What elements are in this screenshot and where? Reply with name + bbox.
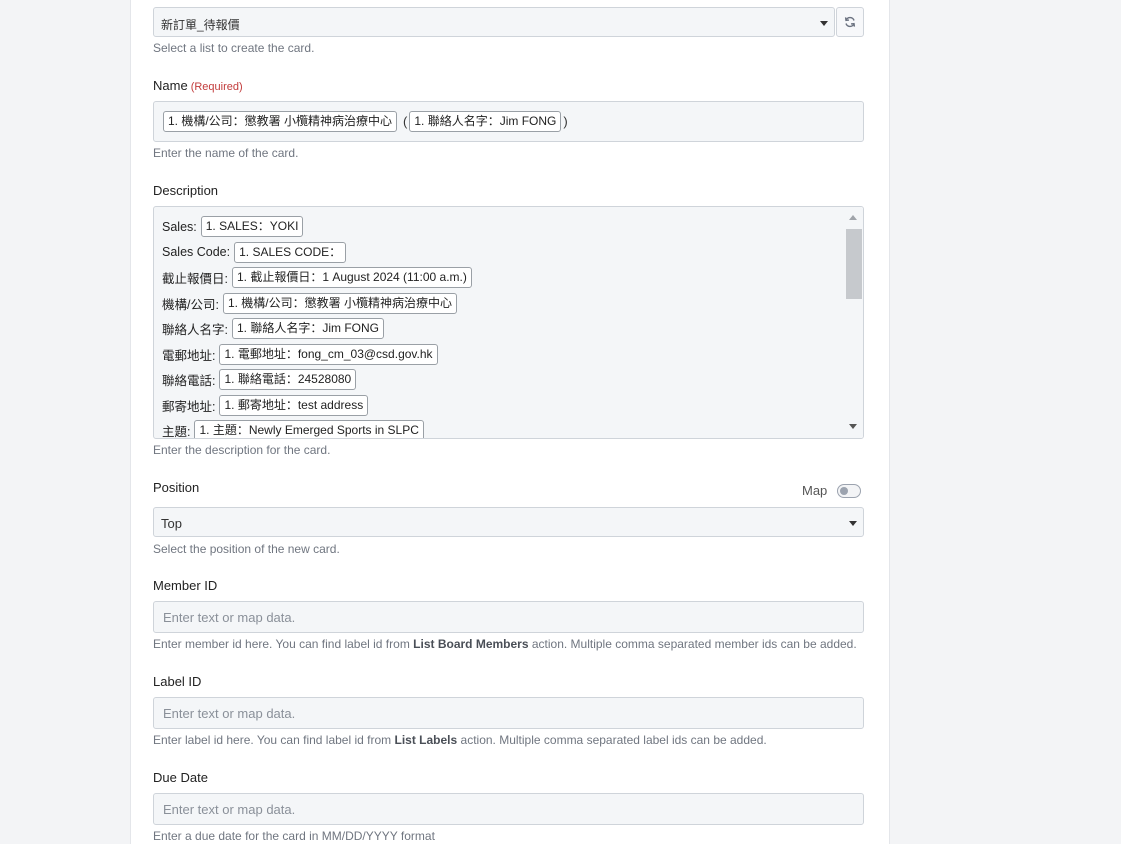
label-id-help: Enter label id here. You can find label … xyxy=(153,733,767,747)
name-label-text: Name xyxy=(153,78,188,93)
description-row: 郵寄地址: 1. 郵寄地址：test address xyxy=(162,393,472,419)
description-token[interactable]: 1. 截止報價日：1 August 2024 (11:00 a.m.) xyxy=(231,267,472,289)
list-select[interactable]: 新訂單_待報價 xyxy=(153,7,835,37)
description-row: Sales: 1. SALES：YOKI xyxy=(162,214,472,240)
description-token[interactable]: 1. 電郵地址：fong_cm_03@csd.gov.hk xyxy=(219,343,438,365)
toggle-switch[interactable] xyxy=(837,483,862,498)
description-scrollbar[interactable] xyxy=(843,207,863,438)
description-row-key: 聯絡電話: xyxy=(162,374,216,389)
description-token[interactable]: 1. SALES：YOKI xyxy=(200,216,304,238)
refresh-button[interactable] xyxy=(836,7,864,37)
position-select[interactable]: Top xyxy=(153,507,864,537)
name-field[interactable]: 1. 機構/公司：懲教署 小欖精神病治療中心 ( 1. 聯絡人名字：Jim FO… xyxy=(153,101,864,142)
description-row-key: 截止報價日: xyxy=(162,272,228,287)
map-toggle[interactable]: Map xyxy=(802,483,862,498)
chevron-down-icon xyxy=(849,521,857,526)
scroll-down-icon[interactable] xyxy=(849,424,857,429)
description-token[interactable]: 1. 聯絡電話：24528080 xyxy=(219,369,357,391)
label-id-placeholder: Enter text or map data. xyxy=(163,706,296,721)
description-row: 電郵地址: 1. 電郵地址：fong_cm_03@csd.gov.hk xyxy=(162,342,472,368)
refresh-icon xyxy=(844,16,856,28)
name-close-paren: ) xyxy=(563,114,568,129)
description-help: Enter the description for the card. xyxy=(153,443,331,457)
member-id-help-link: List Board Members xyxy=(413,637,529,651)
name-label: Name (Required) xyxy=(153,78,243,93)
description-row-key: 機構/公司: xyxy=(162,297,219,312)
member-id-input[interactable]: Enter text or map data. xyxy=(153,601,864,633)
description-token[interactable]: 1. 主題：Newly Emerged Sports in SLPC xyxy=(194,420,424,438)
description-row: Sales Code: 1. SALES CODE： xyxy=(162,240,472,266)
toggle-knob xyxy=(840,486,849,495)
position-help: Select the position of the new card. xyxy=(153,542,340,556)
label-id-input[interactable]: Enter text or map data. xyxy=(153,697,864,729)
member-id-label: Member ID xyxy=(153,578,218,593)
label-id-help-post: action. Multiple comma separated label i… xyxy=(457,733,767,747)
due-date-label: Due Date xyxy=(153,770,208,785)
description-row: 聯絡人名字: 1. 聯絡人名字：Jim FONG xyxy=(162,316,472,342)
description-row-key: 主題: xyxy=(162,425,191,439)
label-id-help-pre: Enter label id here. You can find label … xyxy=(153,733,395,747)
description-row-key: 郵寄地址: xyxy=(162,399,216,414)
position-label: Position xyxy=(153,480,200,495)
name-help: Enter the name of the card. xyxy=(153,146,299,160)
description-token[interactable]: 1. SALES CODE： xyxy=(234,241,347,263)
description-row-key: 電郵地址: xyxy=(162,348,216,363)
map-toggle-label: Map xyxy=(802,483,828,498)
description-row: 截止報價日: 1. 截止報價日：1 August 2024 (11:00 a.m.… xyxy=(162,265,472,291)
description-label: Description xyxy=(153,183,219,198)
list-select-value: 新訂單_待報價 xyxy=(161,18,240,32)
description-row: 主題: 1. 主題：Newly Emerged Sports in SLPC xyxy=(162,418,472,439)
description-token[interactable]: 1. 郵寄地址：test address xyxy=(219,394,369,416)
description-content: Sales: 1. SALES：YOKI Sales Code: 1. SALES C… xyxy=(162,214,472,439)
description-token[interactable]: 1. 聯絡人名字：Jim FONG xyxy=(231,318,384,340)
position-select-value: Top xyxy=(161,516,182,531)
description-row-key: 聯絡人名字: xyxy=(162,323,228,338)
label-id-label: Label ID xyxy=(153,674,202,689)
due-date-input[interactable]: Enter text or map data. xyxy=(153,793,864,825)
due-date-help: Enter a due date for the card in MM/DD/Y… xyxy=(153,829,435,843)
description-row: 機構/公司: 1. 機構/公司：懲教署 小欖精神病治療中心 xyxy=(162,291,472,317)
member-id-help-pre: Enter member id here. You can find label… xyxy=(153,637,414,651)
member-id-help: Enter member id here. You can find label… xyxy=(153,637,857,651)
description-row: 聯絡電話: 1. 聯絡電話：24528080 xyxy=(162,367,472,393)
member-id-help-post: action. Multiple comma separated member … xyxy=(528,637,857,651)
list-help: Select a list to create the card. xyxy=(153,41,315,55)
required-tag: (Required) xyxy=(190,81,243,93)
description-row-key: Sales Code: xyxy=(162,245,231,260)
description-row-key: Sales: xyxy=(162,219,197,234)
due-date-placeholder: Enter text or map data. xyxy=(163,802,296,817)
scrollbar-thumb[interactable] xyxy=(846,229,862,299)
label-id-help-link: List Labels xyxy=(394,733,458,747)
member-id-placeholder: Enter text or map data. xyxy=(163,610,296,625)
chevron-down-icon xyxy=(820,21,828,26)
name-token-contact[interactable]: 1. 聯絡人名字：Jim FONG xyxy=(409,111,562,132)
description-token[interactable]: 1. 機構/公司：懲教署 小欖精神病治療中心 xyxy=(222,292,457,314)
description-field[interactable]: Sales: 1. SALES：YOKI Sales Code: 1. SALES C… xyxy=(153,206,864,439)
scroll-up-icon[interactable] xyxy=(849,215,857,220)
name-token-org[interactable]: 1. 機構/公司：懲教署 小欖精神病治療中心 xyxy=(163,111,398,132)
name-open-paren: ( xyxy=(403,114,408,129)
